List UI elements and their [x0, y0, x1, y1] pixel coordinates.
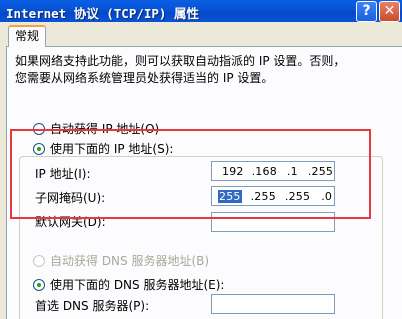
ip-address-field[interactable]: 192 .168 .1 .255 [211, 161, 335, 181]
mask-octet-1: 255 [218, 189, 242, 203]
gateway-field[interactable] [211, 212, 335, 232]
ip-auto-option[interactable]: 自动获得 IP 地址(O) [33, 120, 159, 137]
ip-auto-radio[interactable] [33, 122, 45, 135]
description-line-1: 如果网络支持此功能，则可以获取自动指派的 IP 设置。否则， [15, 54, 346, 68]
ip-manual-radio[interactable] [33, 142, 45, 155]
tab-general-label: 常规 [14, 29, 39, 43]
ip-auto-label: 自动获得 IP 地址(O) [50, 122, 160, 136]
help-icon: ? [362, 3, 371, 19]
ip-address-label: IP 地址(I): [35, 167, 91, 181]
close-button[interactable]: ✕ [379, 1, 400, 22]
dns-manual-label: 使用下面的 DNS 服务器地址(E): [50, 278, 225, 292]
ip-octet-2: .168 [251, 164, 277, 178]
mask-octet-4: .0 [321, 189, 333, 203]
description-line-2: 您需要从网络系统管理员处获得适当的 IP 设置。 [15, 71, 274, 85]
mask-octet-2: .255 [250, 189, 276, 203]
preferred-dns-field[interactable] [211, 294, 335, 314]
help-button[interactable]: ? [356, 1, 377, 22]
title-bar: Internet 协议 (TCP/IP) 属性 ? ✕ [0, 0, 402, 22]
close-icon: ✕ [383, 3, 396, 19]
dns-auto-label: 自动获得 DNS 服务器地址(B) [50, 254, 210, 268]
gateway-label: 默认网关(D): [35, 215, 106, 229]
dns-auto-radio[interactable] [33, 254, 45, 267]
dns-manual-option[interactable]: 使用下面的 DNS 服务器地址(E): [33, 276, 224, 293]
dns-auto-option[interactable]: 自动获得 DNS 服务器地址(B) [33, 252, 209, 269]
ip-octet-1: 192 [222, 164, 244, 178]
ip-octet-3: .1 [286, 164, 298, 178]
tab-general[interactable]: 常规 [8, 25, 46, 47]
ip-manual-label: 使用下面的 IP 地址(S): [50, 142, 174, 156]
subnet-mask-label: 子网掩码(U): [35, 191, 106, 205]
subnet-mask-field[interactable]: 255 .255 .255 .0 [211, 186, 335, 206]
dns-manual-radio[interactable] [33, 278, 45, 291]
mask-octet-3: .255 [284, 189, 311, 203]
window-title: Internet 协议 (TCP/IP) 属性 [6, 6, 199, 21]
description: 如果网络支持此功能，则可以获取自动指派的 IP 设置。否则， 您需要从网络系统管… [15, 53, 395, 87]
ip-manual-option[interactable]: 使用下面的 IP 地址(S): [33, 140, 173, 157]
preferred-dns-label: 首选 DNS 服务器(P): [35, 299, 150, 313]
ip-octet-4: .255 [307, 164, 334, 178]
